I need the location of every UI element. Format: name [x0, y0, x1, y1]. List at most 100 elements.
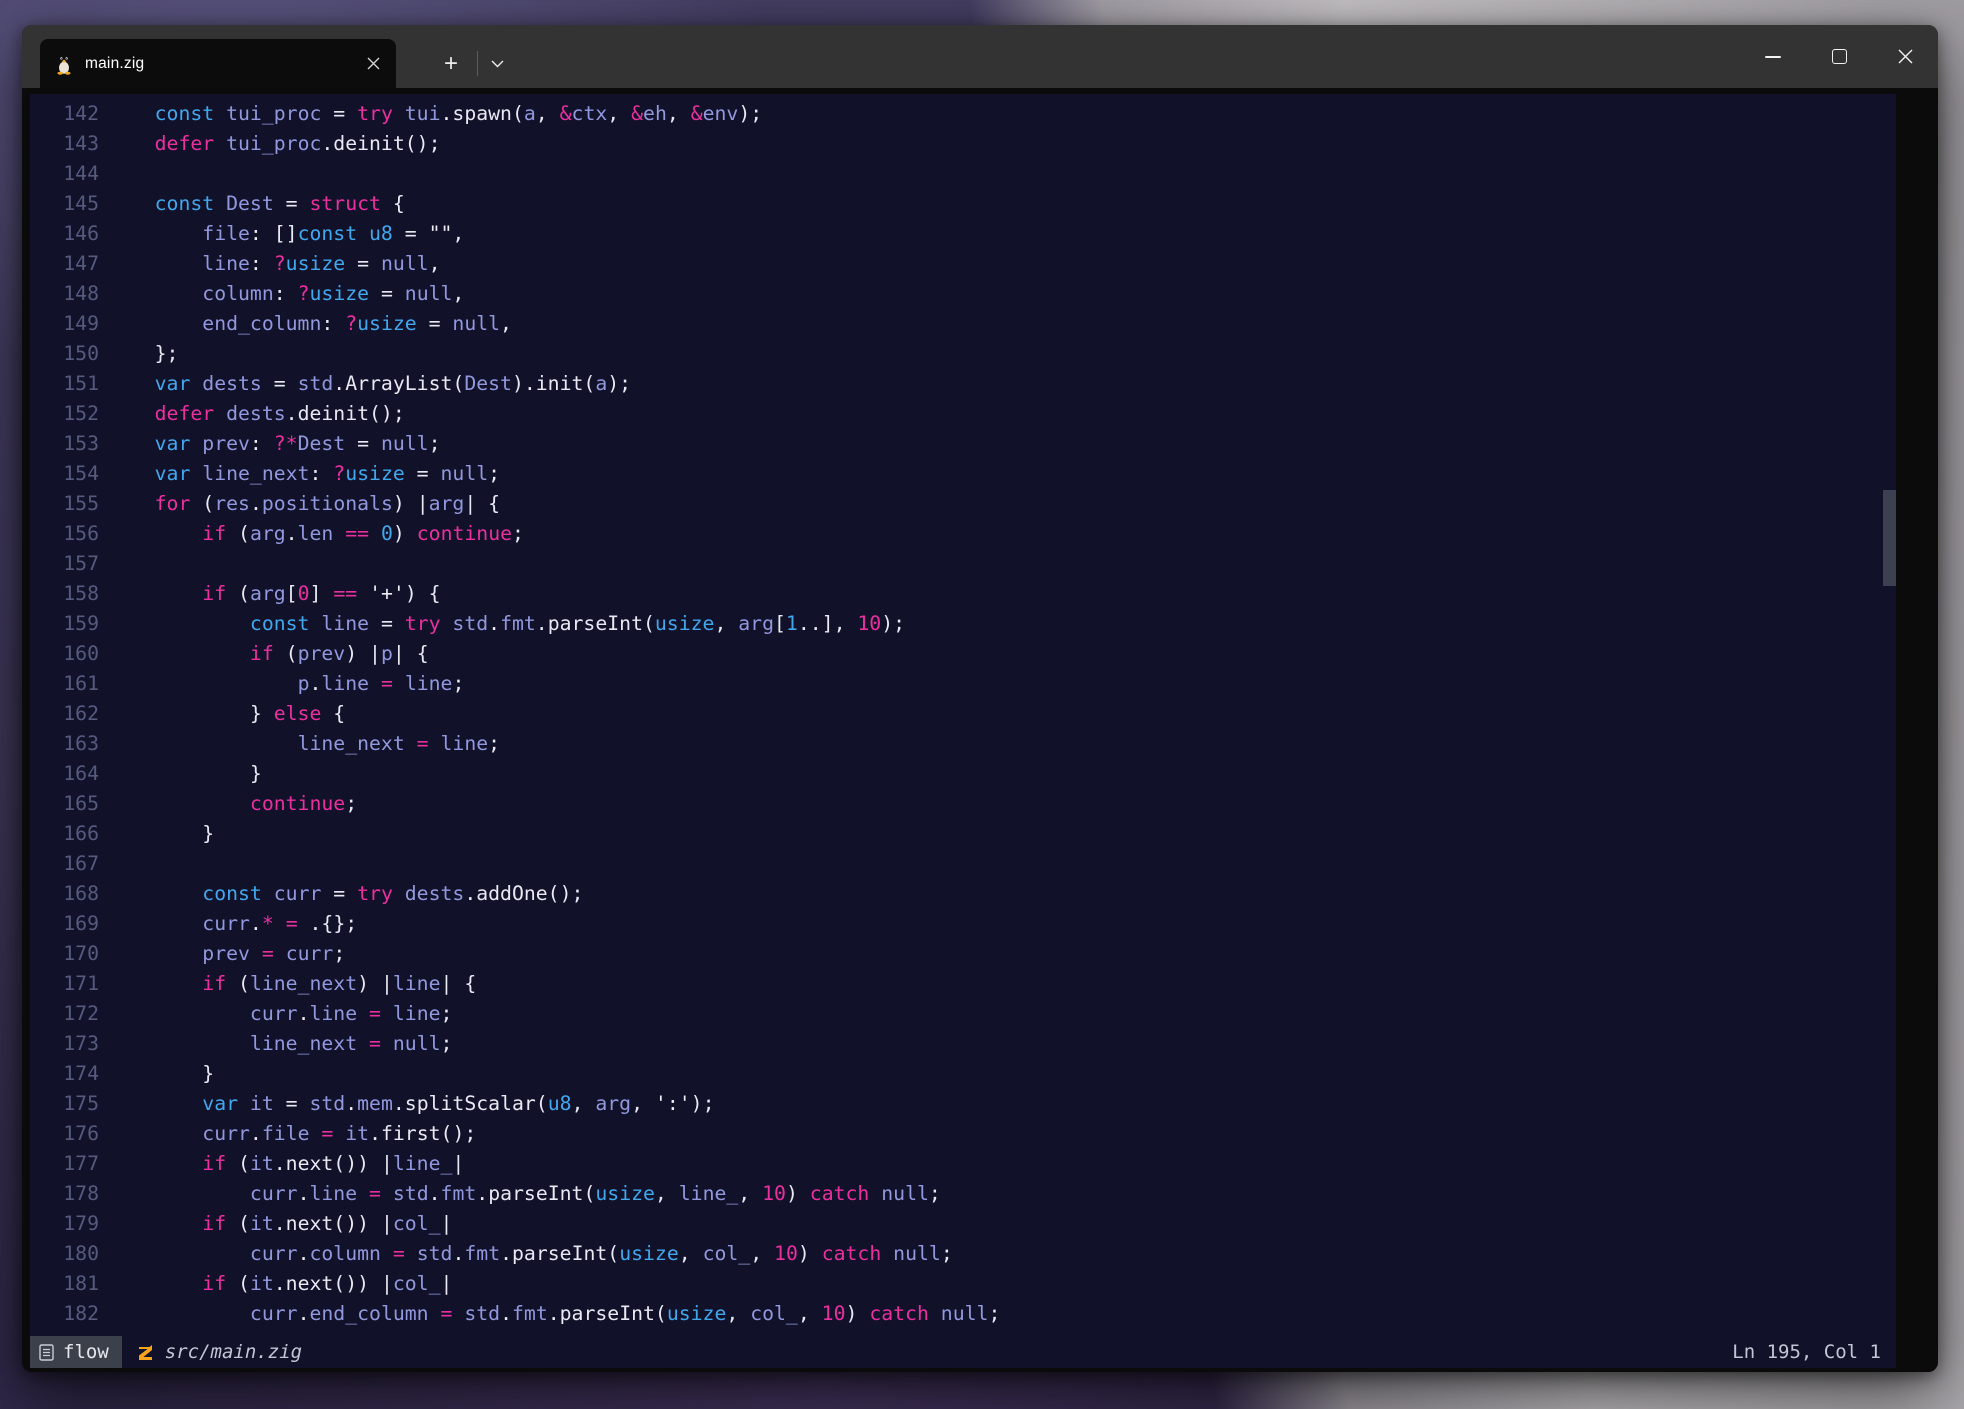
close-button[interactable]: [1872, 25, 1938, 88]
maximize-button[interactable]: [1806, 25, 1872, 88]
code-line[interactable]: 144: [30, 159, 1896, 189]
line-number: 146: [30, 219, 99, 249]
terminal-content: 142 const tui_proc = try tui.spawn(a, &c…: [22, 88, 1938, 1372]
code-line[interactable]: 156 if (arg.len == 0) continue;: [30, 519, 1896, 549]
line-number: 179: [30, 1209, 99, 1239]
code-line[interactable]: 151 var dests = std.ArrayList(Dest).init…: [30, 369, 1896, 399]
titlebar[interactable]: main.zig +: [22, 25, 1938, 88]
code-line[interactable]: 169 curr.* = .{};: [30, 909, 1896, 939]
line-number: 145: [30, 189, 99, 219]
code-line[interactable]: 167: [30, 849, 1896, 879]
code-line[interactable]: 175 var it = std.mem.splitScalar(u8, arg…: [30, 1089, 1896, 1119]
code-line[interactable]: 158 if (arg[0] == '+') {: [30, 579, 1896, 609]
code-line[interactable]: 143 defer tui_proc.deinit();: [30, 129, 1896, 159]
tabbar-separator: [477, 51, 478, 76]
code-line[interactable]: 161 p.line = line;: [30, 669, 1896, 699]
line-number: 178: [30, 1179, 99, 1209]
tab-close-icon[interactable]: [362, 53, 384, 75]
code-line[interactable]: 150 };: [30, 339, 1896, 369]
code-line[interactable]: 181 if (it.next()) |col_|: [30, 1269, 1896, 1299]
code-line[interactable]: 145 const Dest = struct {: [30, 189, 1896, 219]
code-area[interactable]: 142 const tui_proc = try tui.spawn(a, &c…: [30, 99, 1896, 1329]
tab-dropdown-button[interactable]: [480, 39, 514, 88]
line-number: 166: [30, 819, 99, 849]
editor-pane[interactable]: 142 const tui_proc = try tui.spawn(a, &c…: [30, 94, 1896, 1368]
line-number: 162: [30, 699, 99, 729]
code-line[interactable]: 178 curr.line = std.fmt.parseInt(usize, …: [30, 1179, 1896, 1209]
code-text: column: ?usize = null,: [107, 279, 464, 309]
code-text: continue;: [107, 789, 357, 819]
maximize-icon: [1832, 49, 1847, 64]
code-line[interactable]: 165 continue;: [30, 789, 1896, 819]
code-line[interactable]: 154 var line_next: ?usize = null;: [30, 459, 1896, 489]
code-line[interactable]: 180 curr.column = std.fmt.parseInt(usize…: [30, 1239, 1896, 1269]
code-text: line_next = line;: [107, 729, 500, 759]
code-line[interactable]: 162 } else {: [30, 699, 1896, 729]
code-text: curr.end_column = std.fmt.parseInt(usize…: [107, 1299, 1000, 1329]
code-line[interactable]: 171 if (line_next) |line| {: [30, 969, 1896, 999]
line-number: 156: [30, 519, 99, 549]
code-text: end_column: ?usize = null,: [107, 309, 512, 339]
line-number: 150: [30, 339, 99, 369]
code-line[interactable]: 174 }: [30, 1059, 1896, 1089]
new-tab-button[interactable]: +: [432, 39, 470, 88]
code-text: defer tui_proc.deinit();: [107, 129, 440, 159]
code-line[interactable]: 176 curr.file = it.first();: [30, 1119, 1896, 1149]
code-line[interactable]: 148 column: ?usize = null,: [30, 279, 1896, 309]
code-text: line: ?usize = null,: [107, 249, 441, 279]
code-text: const tui_proc = try tui.spawn(a, &ctx, …: [107, 99, 762, 129]
scrollbar-thumb[interactable]: [1883, 490, 1896, 586]
code-text: defer dests.deinit();: [107, 399, 405, 429]
minimize-button[interactable]: [1740, 25, 1806, 88]
code-line[interactable]: 142 const tui_proc = try tui.spawn(a, &c…: [30, 99, 1896, 129]
code-text: } else {: [107, 699, 345, 729]
tab-main-zig[interactable]: main.zig: [40, 39, 396, 88]
code-line[interactable]: 170 prev = curr;: [30, 939, 1896, 969]
code-line[interactable]: 179 if (it.next()) |col_|: [30, 1209, 1896, 1239]
code-line[interactable]: 153 var prev: ?*Dest = null;: [30, 429, 1896, 459]
code-text: var it = std.mem.splitScalar(u8, arg, ':…: [107, 1089, 714, 1119]
code-line[interactable]: 159 const line = try std.fmt.parseInt(us…: [30, 609, 1896, 639]
code-text: line_next = null;: [107, 1029, 452, 1059]
code-text: curr.line = line;: [107, 999, 452, 1029]
code-line[interactable]: 173 line_next = null;: [30, 1029, 1896, 1059]
statusbar-file-path[interactable]: src/main.zig: [165, 1341, 302, 1363]
code-line[interactable]: 177 if (it.next()) |line_|: [30, 1149, 1896, 1179]
line-number: 154: [30, 459, 99, 489]
code-line[interactable]: 160 if (prev) |p| {: [30, 639, 1896, 669]
code-text: };: [107, 339, 178, 369]
code-text: if (line_next) |line| {: [107, 969, 476, 999]
window-controls: [1740, 25, 1938, 88]
line-number: 174: [30, 1059, 99, 1089]
line-number: 152: [30, 399, 99, 429]
code-line[interactable]: 166 }: [30, 819, 1896, 849]
statusbar-cursor-position[interactable]: Ln 195, Col 1: [1732, 1341, 1896, 1363]
code-line[interactable]: 168 const curr = try dests.addOne();: [30, 879, 1896, 909]
statusbar-app-name: flow: [63, 1341, 109, 1363]
code-text: curr.* = .{};: [107, 909, 357, 939]
code-line[interactable]: 147 line: ?usize = null,: [30, 249, 1896, 279]
code-line[interactable]: 164 }: [30, 759, 1896, 789]
statusbar-app-segment[interactable]: flow: [30, 1336, 122, 1368]
line-number: 164: [30, 759, 99, 789]
code-line[interactable]: 152 defer dests.deinit();: [30, 399, 1896, 429]
line-number: 158: [30, 579, 99, 609]
code-text: if (arg[0] == '+') {: [107, 579, 441, 609]
code-line[interactable]: 172 curr.line = line;: [30, 999, 1896, 1029]
line-number: 148: [30, 279, 99, 309]
code-line[interactable]: 163 line_next = line;: [30, 729, 1896, 759]
code-text: const line = try std.fmt.parseInt(usize,…: [107, 609, 905, 639]
code-line[interactable]: 146 file: []const u8 = "",: [30, 219, 1896, 249]
line-number: 180: [30, 1239, 99, 1269]
document-lines-icon: [39, 1344, 54, 1361]
code-line[interactable]: 157: [30, 549, 1896, 579]
code-text: curr.column = std.fmt.parseInt(usize, co…: [107, 1239, 953, 1269]
line-number: 161: [30, 669, 99, 699]
line-number: 165: [30, 789, 99, 819]
code-line[interactable]: 155 for (res.positionals) |arg| {: [30, 489, 1896, 519]
code-line[interactable]: 182 curr.end_column = std.fmt.parseInt(u…: [30, 1299, 1896, 1329]
minimize-icon: [1765, 56, 1781, 58]
line-number: 151: [30, 369, 99, 399]
code-line[interactable]: 149 end_column: ?usize = null,: [30, 309, 1896, 339]
line-number: 168: [30, 879, 99, 909]
